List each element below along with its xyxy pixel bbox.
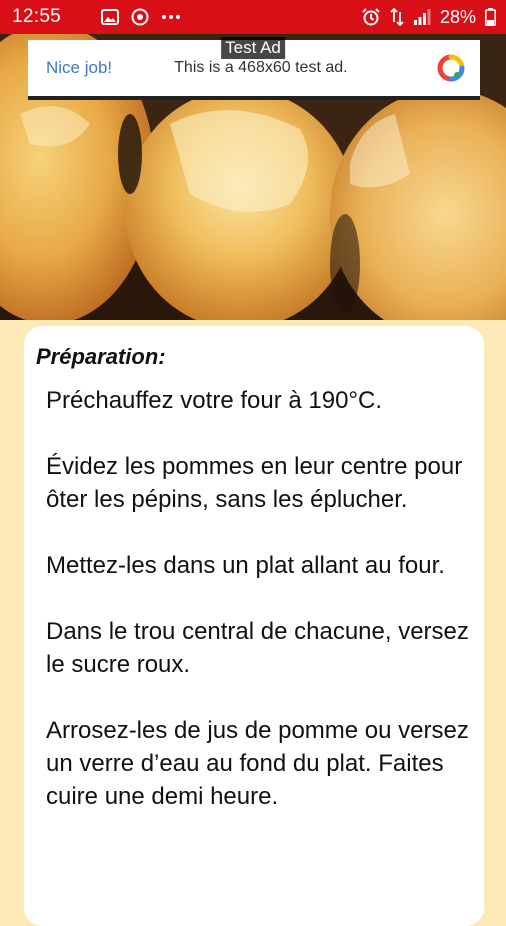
preparation-step: Évidez les pommes en leur centre pour ôt… bbox=[46, 453, 463, 513]
battery-percentage: 28% bbox=[439, 6, 476, 27]
signal-icon bbox=[413, 9, 431, 25]
image-icon bbox=[101, 9, 120, 25]
ad-nice-text[interactable]: Nice job! bbox=[46, 58, 112, 78]
preparation-step: Préchauffez votre four à 190°C. bbox=[46, 387, 383, 414]
status-time: 12:55 bbox=[12, 6, 62, 27]
ad-label: Test Ad bbox=[221, 37, 285, 59]
status-notification-icons bbox=[101, 8, 181, 26]
preparation-step: Dans le trou central de chacune, versez … bbox=[46, 618, 469, 678]
more-dots-icon bbox=[161, 14, 181, 20]
preparation-card: Préparation: Préchauffez votre four à 19… bbox=[24, 326, 484, 926]
ad-choices-logo-icon[interactable] bbox=[436, 53, 466, 83]
preparation-title: Préparation: bbox=[36, 344, 166, 369]
preparation-step: Mettez-les dans un plat allant au four. bbox=[46, 552, 445, 579]
network-4g-icon bbox=[390, 8, 404, 26]
battery-icon bbox=[485, 8, 496, 26]
preparation-step: Arrosez-les de jus de pomme ou versez un… bbox=[46, 717, 469, 810]
camera-icon bbox=[131, 8, 149, 26]
status-bar: 12:55 28% bbox=[0, 0, 506, 34]
alarm-icon bbox=[361, 7, 381, 27]
status-system-icons: 28% bbox=[361, 7, 496, 28]
ad-body-text[interactable]: This is a 468x60 test ad. bbox=[174, 59, 347, 77]
preparation-steps: Préchauffez votre four à 190°C. Évidez l… bbox=[36, 384, 472, 813]
